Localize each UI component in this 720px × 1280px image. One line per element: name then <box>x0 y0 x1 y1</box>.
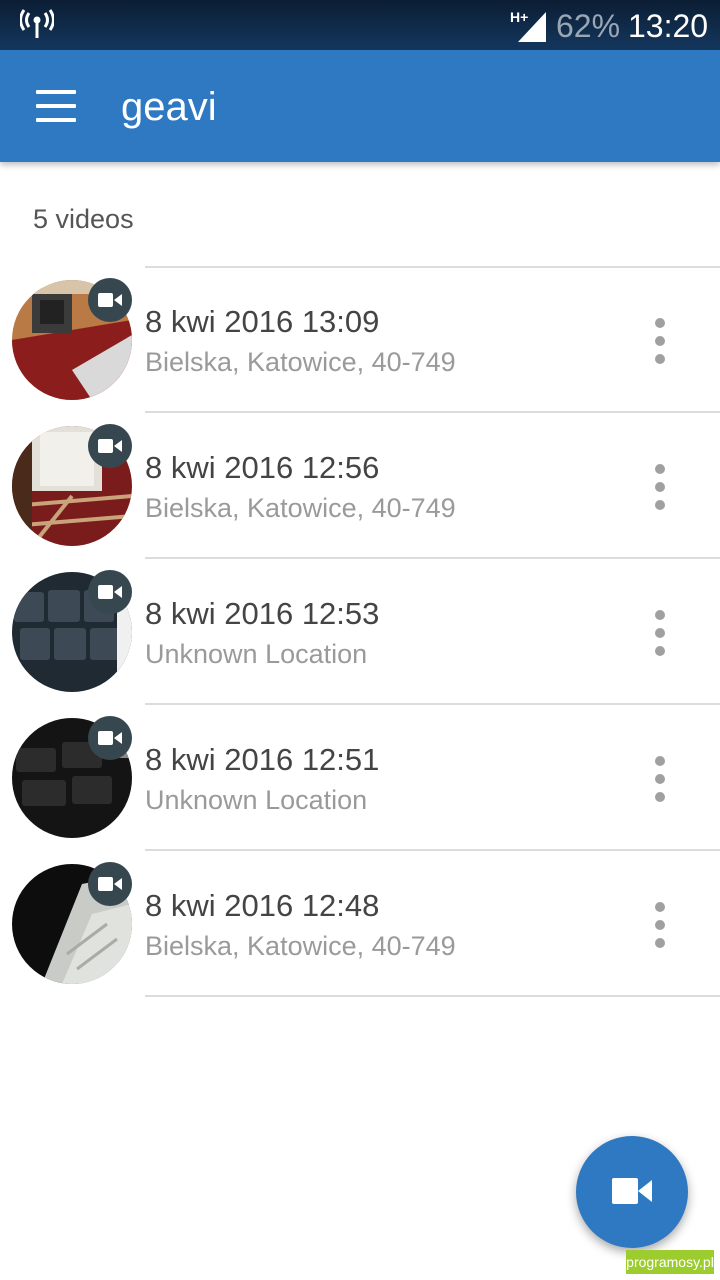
status-bar: H+ 62% 13:20 <box>0 0 720 50</box>
video-item[interactable]: 8 kwi 2016 12:48 Bielska, Katowice, 40-7… <box>0 850 720 997</box>
app-title: geavi <box>121 85 217 129</box>
video-badge <box>88 570 132 614</box>
divider <box>145 995 720 997</box>
clock: 13:20 <box>628 8 709 44</box>
video-item[interactable]: 8 kwi 2016 13:09 Bielska, Katowice, 40-7… <box>0 266 720 413</box>
videocam-icon <box>612 1178 652 1204</box>
video-item[interactable]: 8 kwi 2016 12:56 Bielska, Katowice, 40-7… <box>0 412 720 559</box>
videocam-icon <box>98 585 122 599</box>
antenna-icon <box>20 9 54 38</box>
hamburger-menu-icon <box>36 90 76 94</box>
app-bar: geavi <box>0 50 720 162</box>
video-date: 8 kwi 2016 12:53 <box>145 596 380 631</box>
videocam-icon <box>98 439 122 453</box>
video-date: 8 kwi 2016 12:48 <box>145 888 380 923</box>
video-badge <box>88 716 132 760</box>
more-options-button[interactable] <box>636 460 684 514</box>
video-location: Unknown Location <box>145 639 368 669</box>
network-type-label: H+ <box>510 9 528 25</box>
video-date: 8 kwi 2016 12:56 <box>145 450 380 485</box>
videocam-icon <box>98 293 122 307</box>
more-vert-icon <box>655 464 665 474</box>
video-badge <box>88 862 132 906</box>
watermark: programosy.pl <box>626 1250 714 1274</box>
signal-icon: H+ <box>510 9 546 42</box>
video-item[interactable]: 8 kwi 2016 12:51 Unknown Location <box>0 704 720 851</box>
video-item[interactable]: 8 kwi 2016 12:53 Unknown Location <box>0 558 720 705</box>
more-vert-icon <box>655 318 665 328</box>
video-date: 8 kwi 2016 12:51 <box>145 742 380 777</box>
video-badge <box>88 278 132 322</box>
more-vert-icon <box>655 756 665 766</box>
more-options-button[interactable] <box>636 314 684 368</box>
videocam-icon <box>98 877 122 891</box>
video-count: 5 videos <box>33 204 134 234</box>
video-location: Bielska, Katowice, 40-749 <box>145 347 456 377</box>
video-badge <box>88 424 132 468</box>
more-options-button[interactable] <box>636 752 684 806</box>
video-location: Bielska, Katowice, 40-749 <box>145 493 456 523</box>
more-vert-icon <box>655 902 665 912</box>
battery-level: 62% <box>556 8 621 44</box>
video-location: Unknown Location <box>145 785 368 815</box>
video-location: Bielska, Katowice, 40-749 <box>145 931 456 961</box>
menu-button[interactable] <box>24 82 88 130</box>
more-options-button[interactable] <box>636 898 684 952</box>
videocam-icon <box>98 731 122 745</box>
more-options-button[interactable] <box>636 606 684 660</box>
more-vert-icon <box>655 610 665 620</box>
video-date: 8 kwi 2016 13:09 <box>145 304 380 339</box>
record-video-fab[interactable] <box>576 1136 688 1248</box>
